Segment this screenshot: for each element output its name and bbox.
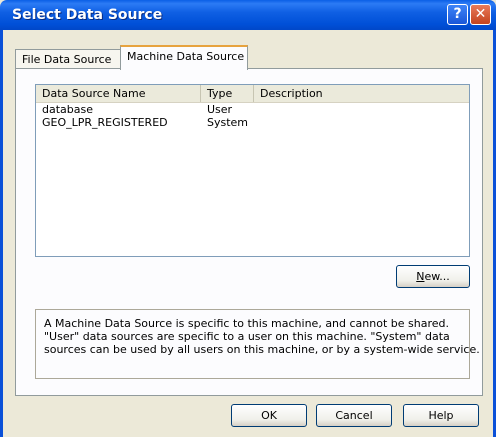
column-header-description[interactable]: Description (254, 85, 469, 102)
help-title-button[interactable]: ? (447, 4, 468, 25)
column-header-type[interactable]: Type (201, 85, 254, 102)
info-line: "User" data sources are specific to a us… (44, 330, 450, 343)
tab-file-data-source[interactable]: File Data Source (15, 49, 122, 69)
data-source-type: System (207, 116, 249, 129)
ok-button[interactable]: OK (231, 404, 307, 427)
info-line: sources can be used by all users on this… (44, 343, 480, 356)
tab-machine-data-source[interactable]: Machine Data Source (120, 45, 248, 70)
dialog-title: Select Data Source (12, 7, 163, 23)
data-source-name: GEO_LPR_REGISTERED (42, 116, 168, 129)
data-source-name: database (42, 103, 93, 116)
data-source-list[interactable]: Data Source Name Type Description databa… (35, 84, 470, 257)
column-header-name[interactable]: Data Source Name (36, 85, 201, 102)
window-frame-left (0, 30, 3, 437)
help-button[interactable]: Help (403, 404, 479, 427)
select-data-source-dialog: Select Data Source ? ✕ File Data Source … (0, 0, 496, 437)
info-line: A Machine Data Source is specific to thi… (44, 317, 449, 330)
list-item[interactable]: database User (36, 103, 469, 116)
new-button[interactable]: New... (396, 265, 470, 288)
question-icon: ? (453, 6, 462, 22)
new-button-label: ew... (424, 270, 450, 283)
data-source-type: User (207, 103, 233, 116)
info-box: A Machine Data Source is specific to thi… (35, 309, 480, 379)
list-item[interactable]: GEO_LPR_REGISTERED System (36, 116, 469, 129)
close-button[interactable]: ✕ (470, 4, 491, 25)
title-bar[interactable]: Select Data Source ? ✕ (0, 0, 496, 30)
cancel-button[interactable]: Cancel (316, 404, 392, 427)
list-header: Data Source Name Type Description (36, 85, 469, 103)
close-icon: ✕ (474, 6, 487, 22)
